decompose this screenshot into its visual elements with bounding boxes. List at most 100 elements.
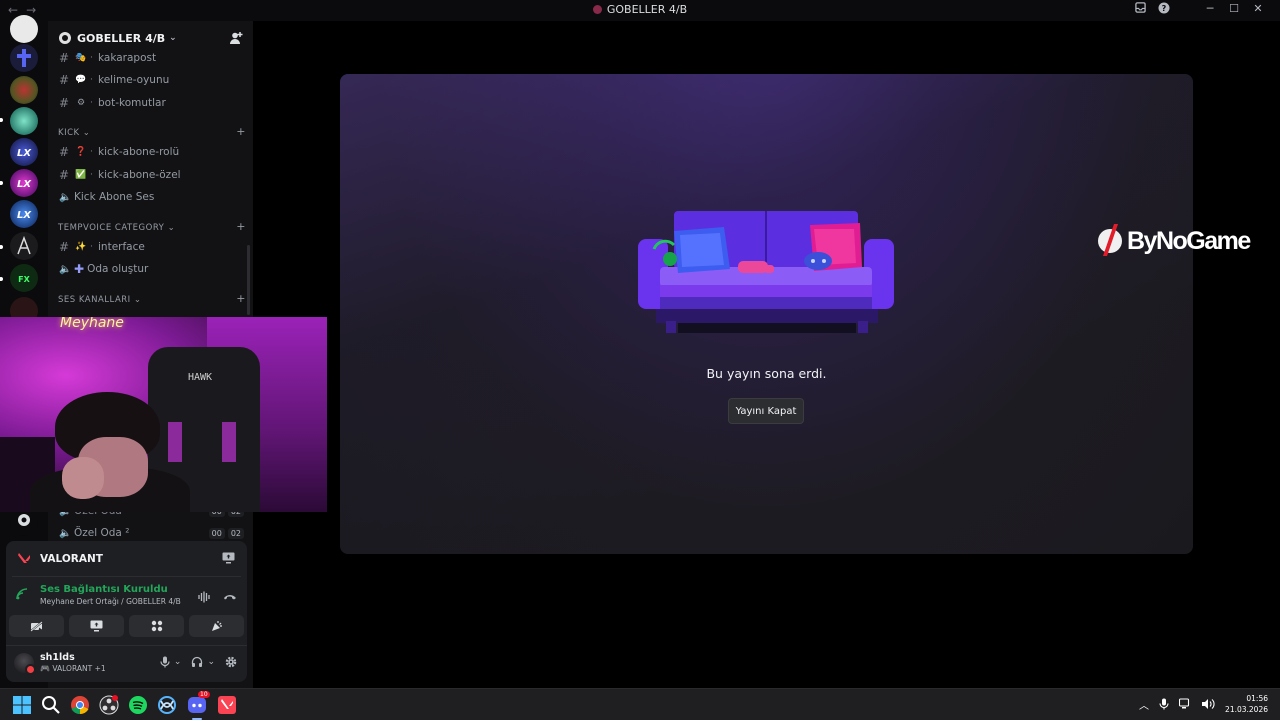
battlenet-icon[interactable]: [157, 695, 177, 715]
invite-member-icon[interactable]: [229, 31, 243, 45]
screen-share-icon: [90, 620, 103, 632]
maximize-button[interactable]: ☐: [1222, 2, 1246, 17]
chevron-down-icon[interactable]: ⌄: [207, 657, 215, 667]
user-status-text: VALORANT +1: [52, 664, 106, 673]
channel-item-bot-komutlar[interactable]: # ⚙ · bot-komutlar: [56, 93, 244, 113]
separator-dot: ·: [90, 242, 93, 252]
help-icon[interactable]: ?: [1152, 2, 1176, 17]
headphones-icon[interactable]: [191, 656, 203, 668]
voice-connection[interactable]: Ses Bağlantısı Kuruldu Meyhane Dert Orta…: [16, 584, 181, 606]
chair-accent: [222, 422, 236, 462]
disconnect-icon[interactable]: [223, 591, 237, 603]
clock-date: 21.03.2026: [1225, 705, 1268, 714]
category-kick[interactable]: KICK ⌄ +: [58, 125, 246, 138]
clock[interactable]: 01:56 21.03.2026: [1225, 693, 1268, 715]
channel-item-kakarapost[interactable]: # 🎭 · kakarapost: [56, 48, 244, 68]
sidebar-scrollbar[interactable]: [247, 245, 250, 315]
channel-emoji: 🎭: [75, 53, 87, 63]
count-badge: 00: [208, 527, 225, 539]
server-icon[interactable]: [10, 232, 38, 260]
chair-logo: HAWK: [187, 372, 213, 383]
channel-name: kelime-oyunu: [98, 74, 170, 86]
add-channel-icon[interactable]: +: [236, 220, 246, 233]
soundboard-button[interactable]: [189, 615, 244, 637]
microphone-tray-icon[interactable]: [1159, 698, 1169, 710]
spotify-icon[interactable]: [128, 695, 148, 715]
server-icon[interactable]: FX: [10, 264, 38, 292]
title-bar: ← → GOBELLER 4/B ? ─ ☐ ✕: [0, 0, 1280, 21]
voice-channel-kick-abone-ses[interactable]: 🔈 Kick Abone Ses: [56, 187, 244, 207]
channel-emoji: ✨: [75, 242, 87, 252]
chevron-down-icon[interactable]: ⌄: [174, 657, 182, 667]
category-tempvoice[interactable]: TEMPVOICE CATEGORY ⌄ +: [58, 220, 246, 233]
server-icon[interactable]: LX: [10, 138, 38, 166]
network-icon[interactable]: [1179, 698, 1191, 710]
discord-icon[interactable]: [187, 695, 207, 715]
chair-accent: [168, 422, 182, 462]
svg-text:LX: LX: [17, 148, 32, 159]
camera-off-button[interactable]: [9, 615, 64, 637]
microphone-icon[interactable]: [160, 656, 170, 668]
panel-divider: [6, 645, 247, 646]
activities-button[interactable]: [129, 615, 184, 637]
close-stream-button[interactable]: Yayını Kapat: [728, 398, 804, 424]
user-panel: VALORANT Ses Bağlantısı Kuruldu Meyhane …: [6, 541, 247, 682]
channel-item-kick-abone-rolu[interactable]: # ❓ · kick-abone-rolü: [56, 142, 244, 162]
server-icon[interactable]: [10, 15, 38, 43]
channel-item-kick-abone-ozel[interactable]: # ✅ · kick-abone-özel: [56, 165, 244, 185]
separator-dot: ·: [90, 147, 93, 157]
noise-suppression-icon[interactable]: [198, 591, 211, 603]
separator-dot: ·: [90, 170, 93, 180]
voice-counts: 00 02: [208, 527, 244, 539]
chrome-icon[interactable]: [70, 695, 90, 715]
guild-badge-icon: [59, 32, 71, 44]
speaker-icon: 🔈: [59, 263, 72, 275]
camera-off-icon: [30, 620, 43, 632]
signal-icon: [16, 588, 28, 600]
close-button[interactable]: ✕: [1246, 2, 1270, 17]
channel-name: kick-abone-özel: [98, 169, 181, 181]
tray-chevron-icon[interactable]: ︿: [1139, 697, 1149, 712]
server-icon[interactable]: [10, 44, 38, 72]
voice-channel-ozel-oda-2[interactable]: 🔈 Özel Oda ² 00 02: [56, 523, 244, 543]
valorant-icon[interactable]: [217, 695, 237, 715]
activity-row[interactable]: VALORANT: [16, 551, 103, 567]
windows-start-icon[interactable]: [12, 695, 32, 715]
username: sh1lds: [40, 652, 75, 663]
channel-item-kelime-oyunu[interactable]: # 💬 · kelime-oyunu: [56, 70, 244, 90]
channel-item-interface[interactable]: # ✨ · interface: [56, 237, 244, 257]
svg-text:FX: FX: [18, 275, 30, 284]
text-channel-icon: #: [59, 73, 70, 87]
add-channel-icon[interactable]: +: [236, 125, 246, 138]
bynogame-logo: ByNoGame: [1097, 222, 1251, 260]
text-channel-icon: #: [59, 51, 70, 65]
separator-dot: ·: [90, 53, 93, 63]
voice-channel-oda-olustur[interactable]: 🔈 ✚ Oda oluştur: [56, 259, 244, 279]
unread-indicator: [0, 118, 3, 122]
category-ses-kanallari[interactable]: SES KANALLARI ⌄ +: [58, 292, 246, 305]
share-screen-button[interactable]: [69, 615, 124, 637]
server-icon[interactable]: [10, 107, 38, 135]
server-icon[interactable]: LX: [10, 200, 38, 228]
minimize-button[interactable]: ─: [1198, 2, 1222, 17]
category-label: TEMPVOICE CATEGORY: [58, 223, 165, 233]
volume-icon[interactable]: [1201, 698, 1215, 710]
gear-icon[interactable]: [225, 656, 237, 668]
text-channel-icon: #: [59, 240, 70, 254]
channel-name: Oda oluştur: [87, 263, 149, 275]
inbox-icon[interactable]: [1128, 2, 1152, 17]
search-icon[interactable]: [41, 695, 61, 715]
activity-name: VALORANT: [40, 553, 103, 565]
clock-time: 01:56: [1246, 694, 1268, 703]
discover-icon[interactable]: [10, 508, 38, 536]
user-info[interactable]: sh1lds 🎮 VALORANT +1: [14, 652, 106, 675]
server-icon[interactable]: [10, 76, 38, 104]
streamer-hand: [62, 457, 104, 499]
separator-dot: ·: [90, 98, 93, 108]
obs-icon[interactable]: [99, 695, 119, 715]
speaker-icon: 🔈: [59, 527, 72, 539]
add-channel-icon[interactable]: +: [236, 292, 246, 305]
screen-share-icon[interactable]: [222, 552, 235, 564]
server-icon[interactable]: LX: [10, 169, 38, 197]
unread-indicator: [0, 245, 3, 249]
